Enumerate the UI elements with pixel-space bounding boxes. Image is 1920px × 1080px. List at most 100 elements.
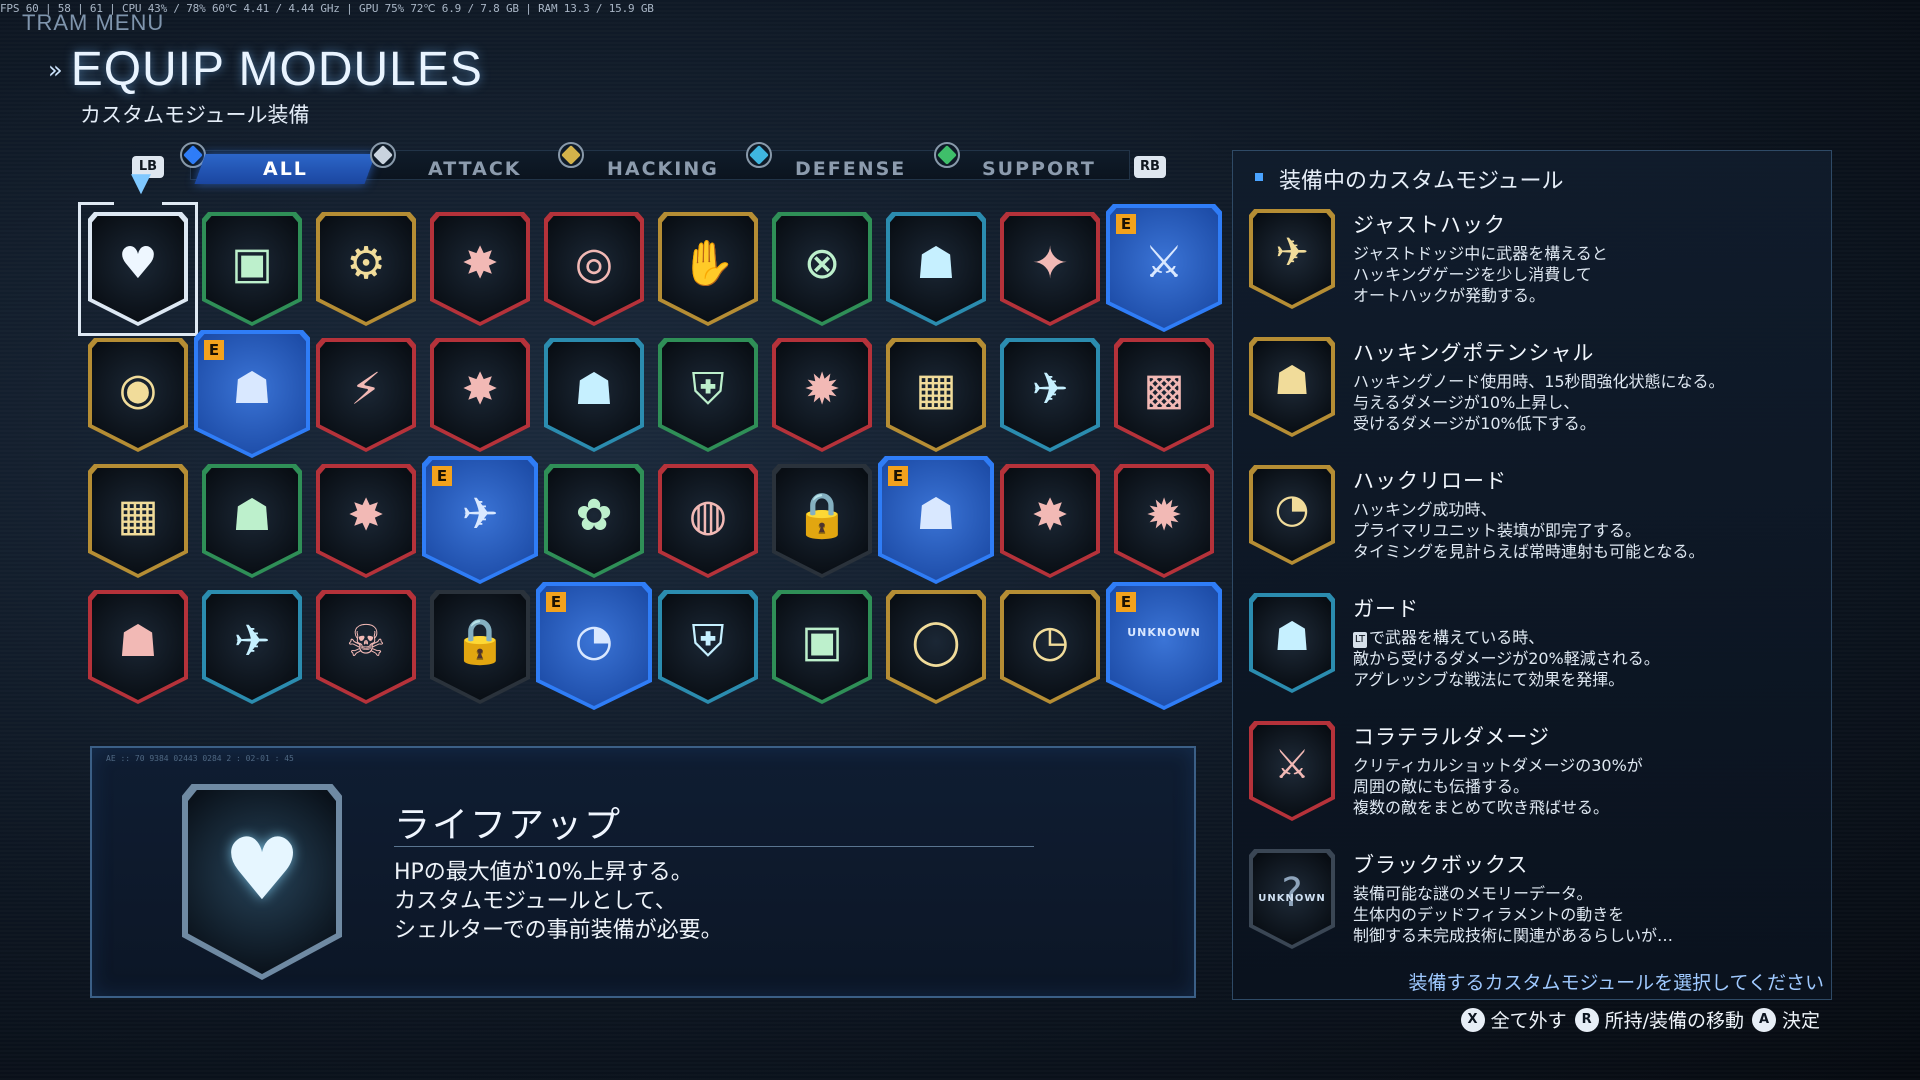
tab-attack[interactable]: ATTACK <box>385 154 566 184</box>
equipped-badge: E <box>1116 592 1136 612</box>
unknown-label: UNKNOWN <box>1258 893 1326 904</box>
module-slot[interactable]: ✈ <box>1000 338 1100 452</box>
module-slot[interactable]: ✿ <box>544 464 644 578</box>
module-slot[interactable]: ◎ <box>544 212 644 326</box>
module-slot[interactable]: ✹ <box>772 338 872 452</box>
module-slot[interactable]: ⚡ <box>316 338 416 452</box>
detail-divider <box>394 846 1034 847</box>
throw-figure-icon: ☗ <box>232 490 272 542</box>
module-slot[interactable]: ✈ E <box>422 456 538 584</box>
selection-arrow-icon: ▼ <box>131 168 151 198</box>
equipped-module-badge: ⚔ <box>1249 721 1335 821</box>
module-slot[interactable]: ◔ E <box>536 582 652 710</box>
module-slot[interactable]: ✸ <box>316 464 416 578</box>
rb-button[interactable]: RB <box>1134 156 1166 178</box>
equipped-module-name: ブラックボックス <box>1353 853 1529 877</box>
detail-desc-line: カスタムモジュールとして、 <box>394 889 677 914</box>
cylinder-icon: ✿ <box>575 490 613 542</box>
equipped-module-entry[interactable]: ✈ ジャストハック ジャストドッジ中に武器を構えると ハッキングゲージを少し消費してオ… <box>1249 209 1819 329</box>
module-detail-panel: AE :: 70 9384 02443 0284 2 : 02-01 : 45 … <box>90 746 1196 998</box>
equipped-modules-panel: 装備中のカスタムモジュール ✈ ジャストハック ジャストドッジ中に武器を構えると ハッ… <box>1232 150 1832 1000</box>
hack-reload-icon: ◔ <box>1274 486 1310 532</box>
module-slot[interactable]: ✸ <box>430 212 530 326</box>
module-slot[interactable]: ▦ <box>886 338 986 452</box>
module-slot[interactable]: ◉ <box>88 338 188 452</box>
module-slot[interactable]: ⚙ <box>316 212 416 326</box>
equipped-module-entry[interactable]: ☗ ハッキングポテンシャル ハッキングノード使用時、15秒間強化状態になる。 与えるダ… <box>1249 337 1819 457</box>
tab-hacking[interactable]: HACKING <box>573 154 754 184</box>
module-slot[interactable]: ⚔ E <box>1106 204 1222 332</box>
equipped-module-entry[interactable]: ? UNKNOWN ブラックボックス 装備可能な謎のメモリーデータ。 生体内のデッドフィ… <box>1249 849 1819 969</box>
module-slot[interactable]: ⛨ <box>658 590 758 704</box>
module-slot[interactable]: ☠ <box>316 590 416 704</box>
module-slot[interactable]: ⛨ <box>658 338 758 452</box>
arrow-shield-icon: ⛨ <box>691 616 725 668</box>
equipped-module-entry[interactable]: ☗ ガード LT で武器を構えている時、 敵から受けるダメージが20%軽減される。 アグレ… <box>1249 593 1819 713</box>
equipped-module-entry[interactable]: ⚔ コラテラルダメージ クリティカルショットダメージの30%が 周囲の敵にも伝播する。… <box>1249 721 1819 841</box>
dodge-icon: ✈ <box>1031 364 1069 416</box>
detail-module-description: HPの最大値が10%上昇する。 カスタムモジュールとして、 シェルターでの事前装… <box>394 858 723 945</box>
tab-all[interactable]: ALL <box>194 154 376 184</box>
equipped-module-description: LT で武器を構えている時、 敵から受けるダメージが20%軽減される。 アグレッシブな… <box>1353 627 1660 690</box>
module-slot[interactable]: ☗ E <box>194 330 310 458</box>
module-slot[interactable]: ✸ <box>430 338 530 452</box>
module-slot[interactable]: ⊗ <box>772 212 872 326</box>
menu-title: TRAM MENU <box>22 10 165 35</box>
equipped-badge: E <box>888 466 908 486</box>
module-slot[interactable]: ▣ <box>202 212 302 326</box>
module-slot[interactable]: ▣ <box>772 590 872 704</box>
equipped-module-badge: ◔ <box>1249 465 1335 565</box>
equipped-module-description: ハッキング成功時、 プライマリユニット装填が即完了する。 タイミングを見計らえば常時… <box>1353 499 1705 562</box>
confirm-label: 決定 <box>1781 1010 1820 1032</box>
unequip-all-label: 全て外す <box>1490 1010 1567 1032</box>
equipped-module-name: コラテラルダメージ <box>1353 725 1550 749</box>
module-slot[interactable]: ✋ <box>658 212 758 326</box>
collateral-icon: ⚔ <box>1144 236 1184 288</box>
confirm-button[interactable]: A 決定 <box>1751 1006 1820 1033</box>
module-slot[interactable]: ♥ ▼ <box>78 170 198 336</box>
module-slot[interactable]: ▦ <box>88 464 188 578</box>
hacking-potential-icon: ☗ <box>232 362 272 414</box>
module-slot[interactable]: 🔒 <box>772 464 872 578</box>
blade-figure-icon: ✸ <box>1031 490 1069 542</box>
unequip-all-button[interactable]: X 全て外す <box>1460 1006 1567 1033</box>
module-slot[interactable]: ☗ <box>202 464 302 578</box>
description-line: ジャストドッジ中に武器を構えると <box>1353 244 1608 263</box>
equipped-module-description: ジャストドッジ中に武器を構えると ハッキングゲージを少し消費して オートハックが発動… <box>1353 243 1608 306</box>
equipped-badge: E <box>1116 214 1136 234</box>
module-slot[interactable]: ◷ <box>1000 590 1100 704</box>
module-slot[interactable]: ✦ <box>1000 212 1100 326</box>
module-slot[interactable]: UNKNOWN E <box>1106 582 1222 710</box>
bullet-ring-icon: ◍ <box>688 490 728 542</box>
description-line: 制御する未完成技術に関連があるらしいが… <box>1353 926 1674 945</box>
detail-module-name: ライフアップ <box>394 805 623 846</box>
module-slot[interactable]: ☗ <box>544 338 644 452</box>
description-line: 生体内のデッドフィラメントの動きを <box>1353 905 1625 924</box>
tab-defense[interactable]: DEFENSE <box>761 154 942 184</box>
module-slot[interactable]: ✸ <box>1000 464 1100 578</box>
module-slot[interactable]: ◯ <box>886 590 986 704</box>
just-hack-icon: ✈ <box>461 488 499 540</box>
x-button-icon: X <box>1460 1007 1485 1032</box>
blast-icon: ✸ <box>461 364 499 416</box>
module-slot[interactable]: ▩ <box>1114 338 1214 452</box>
module-slot[interactable]: ◍ <box>658 464 758 578</box>
module-slot[interactable]: ☗ <box>88 590 188 704</box>
armor-plus-icon: ▣ <box>231 238 273 290</box>
detail-serial-text: AE :: 70 9384 02443 0284 2 : 02-01 : 45 <box>106 754 294 763</box>
equipped-badge: E <box>432 466 452 486</box>
module-slot[interactable]: 🔒 <box>430 590 530 704</box>
grid-box-icon: ▦ <box>915 364 957 416</box>
category-tabs: LB RB ALL ATTACK HACKING DEFENSE SUPPORT <box>130 136 1170 184</box>
module-slot[interactable]: ✈ <box>202 590 302 704</box>
module-slot[interactable]: ✹ <box>1114 464 1214 578</box>
a-button-icon: A <box>1751 1007 1776 1032</box>
module-slot[interactable]: ☗ E <box>878 456 994 584</box>
tab-support[interactable]: SUPPORT <box>949 154 1130 184</box>
guard-icon: ☗ <box>1274 614 1310 660</box>
equipped-module-description: ハッキングノード使用時、15秒間強化状態になる。 与えるダメージが10%上昇し、受… <box>1353 371 1725 434</box>
ring-icon: ◉ <box>118 364 158 416</box>
module-slot[interactable]: ☗ <box>886 212 986 326</box>
equipped-module-entry[interactable]: ◔ ハックリロード ハッキング成功時、 プライマリユニット装填が即完了する。 タイミング… <box>1249 465 1819 585</box>
move-button[interactable]: R 所持/装備の移動 <box>1574 1006 1744 1033</box>
